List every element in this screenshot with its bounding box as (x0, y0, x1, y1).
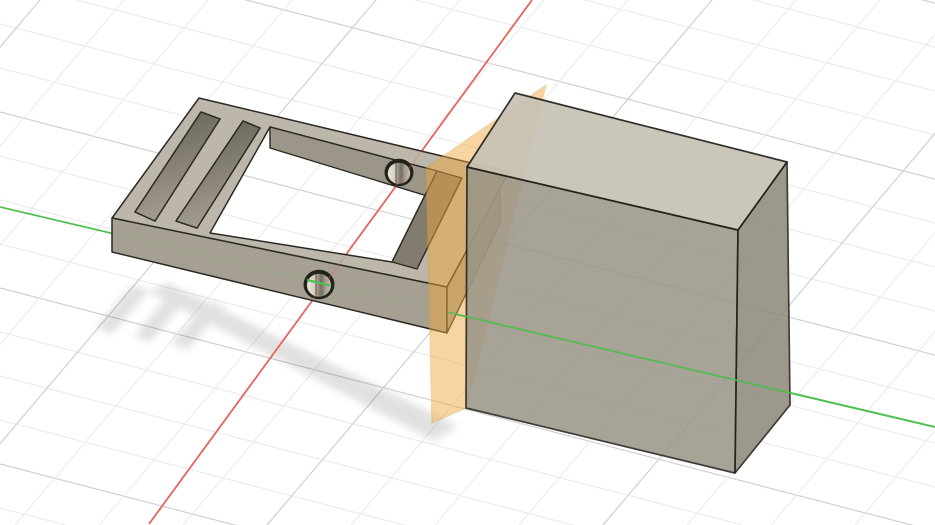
cad-viewport[interactable] (0, 0, 935, 525)
box-body[interactable] (466, 93, 790, 473)
cad-viewport-canvas[interactable] (0, 0, 935, 525)
screw-hole-bore (388, 163, 410, 184)
